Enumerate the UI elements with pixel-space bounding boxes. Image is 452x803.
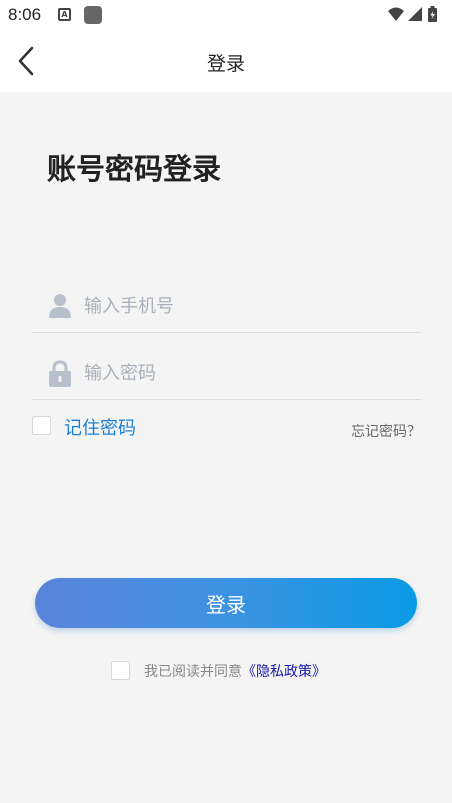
privacy-agreement: 我已阅读并同意《隐私政策》	[144, 661, 326, 681]
signal-icon	[408, 7, 422, 21]
password-input[interactable]	[84, 358, 404, 388]
remember-password-checkbox[interactable]	[32, 416, 51, 435]
app-notification-icon	[84, 6, 102, 24]
app-header: 登录	[0, 30, 452, 92]
login-button[interactable]: 登录	[35, 578, 417, 628]
phone-input[interactable]	[84, 291, 404, 321]
page-title: 登录	[206, 53, 245, 75]
phone-field	[32, 281, 421, 333]
privacy-agree-checkbox[interactable]	[111, 661, 130, 680]
password-field	[32, 348, 421, 400]
forgot-password-link[interactable]: 忘记密码？	[351, 421, 421, 441]
agreement-text: 我已阅读并同意	[144, 664, 242, 680]
battery-icon	[428, 6, 437, 22]
font-a-icon: A	[58, 8, 71, 21]
login-heading: 账号密码登录	[47, 152, 222, 186]
remember-password-label[interactable]: 记住密码	[64, 414, 136, 440]
wifi-icon	[388, 7, 404, 21]
status-bar: 8:06 A	[0, 0, 452, 30]
user-icon	[48, 293, 72, 323]
status-indicators	[386, 5, 446, 25]
privacy-policy-link[interactable]: 《隐私政策》	[242, 664, 326, 680]
status-time: 8:06	[8, 5, 42, 24]
lock-icon	[48, 360, 72, 392]
